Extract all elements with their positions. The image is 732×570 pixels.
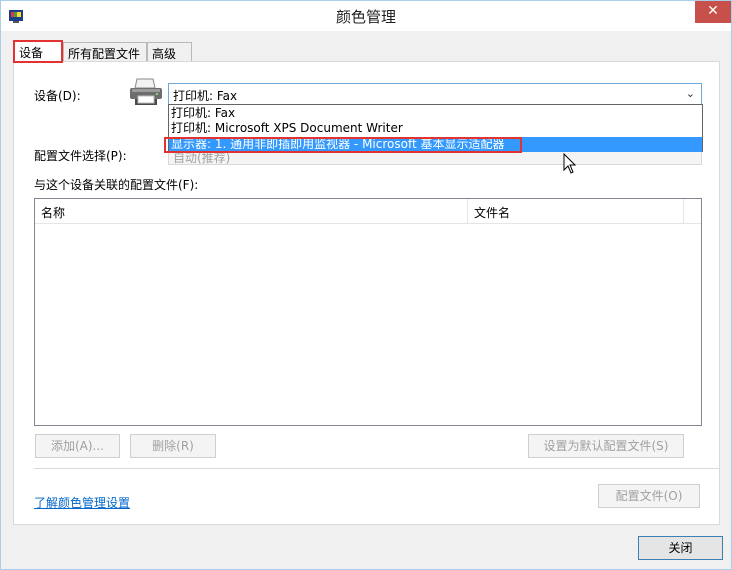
chevron-down-icon[interactable]: ⌄ (686, 87, 695, 100)
set-default-profile-button[interactable]: 设置为默认配置文件(S) (528, 434, 684, 458)
listview-header: 名称 文件名 (35, 199, 701, 224)
associated-profiles-label: 与这个设备关联的配置文件(F): (34, 178, 199, 192)
column-header-filename[interactable]: 文件名 (468, 199, 684, 223)
device-select[interactable]: 打印机: Fax ⌄ (168, 83, 702, 105)
tab-devices[interactable]: 设备 (13, 40, 63, 63)
device-select-value: 打印机: Fax (173, 89, 238, 103)
printer-icon (130, 78, 162, 105)
window-title: 颜色管理 (335, 8, 396, 26)
learn-color-management-link[interactable]: 了解颜色管理设置 (34, 494, 130, 511)
section-divider (34, 468, 720, 469)
column-header-name[interactable]: 名称 (35, 199, 468, 223)
tab-advanced[interactable]: 高级 (147, 42, 192, 62)
annotation-highlight-box (164, 137, 522, 153)
profiles-button[interactable]: 配置文件(O) (598, 484, 700, 508)
device-option-xps-writer[interactable]: 打印机: Microsoft XPS Document Writer (169, 121, 702, 136)
close-button[interactable]: 关闭 (638, 536, 723, 560)
device-label: 设备(D): (34, 89, 81, 103)
color-management-window: 颜色管理 ✕ 设备 所有配置文件 高级 设备(D): 打印机: Fax ⌄ 打印… (0, 0, 732, 570)
window-close-button[interactable]: ✕ (695, 1, 731, 23)
add-profile-button[interactable]: 添加(A)... (35, 434, 120, 458)
profiles-listview[interactable]: 名称 文件名 (34, 198, 702, 426)
title-bar: 颜色管理 ✕ (1, 1, 731, 31)
remove-profile-button[interactable]: 删除(R) (130, 434, 216, 458)
profile-selection-label: 配置文件选择(P): (34, 149, 127, 163)
device-option-fax[interactable]: 打印机: Fax (169, 106, 702, 121)
tab-all-profiles[interactable]: 所有配置文件 (63, 42, 147, 62)
mouse-cursor-icon (563, 153, 577, 174)
